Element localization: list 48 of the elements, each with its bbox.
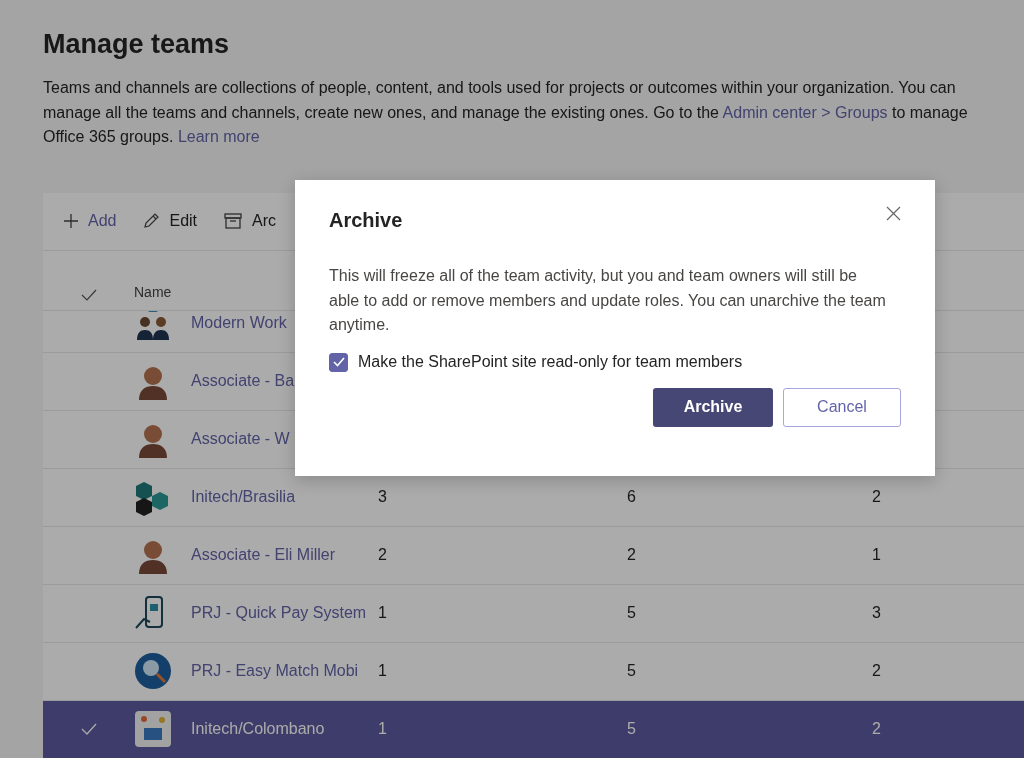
team-name-link[interactable]: Initech/Colombano xyxy=(191,720,378,738)
cancel-button[interactable]: Cancel xyxy=(783,387,901,427)
count-cell-text: 1 xyxy=(378,604,388,622)
team-row[interactable]: PRJ - Quick Pay System 1 5 3 xyxy=(43,584,1024,643)
count-cell-text: 2 xyxy=(378,546,388,564)
team-name-link[interactable]: Initech/Brasilia xyxy=(191,488,378,506)
count-cell: 3 xyxy=(872,604,881,622)
pencil-icon xyxy=(142,212,161,230)
column-header[interactable]: Name xyxy=(134,283,172,300)
dialog-title: Archive xyxy=(329,208,403,232)
checkbox[interactable] xyxy=(329,352,348,372)
count-cell-text: 5 xyxy=(627,604,637,622)
count-cell: 2 xyxy=(872,488,881,506)
plus-icon xyxy=(63,213,79,229)
people-avatar-icon xyxy=(134,310,172,342)
text-link[interactable]: Admin center > Groups xyxy=(722,103,888,121)
text-link[interactable]: Learn more xyxy=(177,128,260,145)
checkbox-label: Make the SharePoint site read-only for team members xyxy=(358,353,743,371)
count-cell-text: 2 xyxy=(627,546,637,564)
team-row[interactable]: PRJ - Easy Match Mobi 1 5 2 xyxy=(43,642,1024,701)
count-cell-text: 1 xyxy=(378,720,388,738)
archive-button[interactable]: Arc xyxy=(223,212,277,230)
description-text: Teams and channels are collections of people, content, and tools used for projects or outcomes within your organization. You can manage all the teams and channels, create new ones, and manage the existing ones. Go to the Admin center > Groups to manage Office 365 groups. Learn more xyxy=(43,78,969,147)
close-icon[interactable] xyxy=(886,206,901,221)
count-cell-text: 3 xyxy=(378,488,388,506)
count-cell-text: 6 xyxy=(627,488,637,506)
team-name-link[interactable]: PRJ - Easy Match Mobi xyxy=(191,662,378,680)
select-all-check-icon[interactable] xyxy=(80,288,97,301)
count-cell-text: 1 xyxy=(378,662,388,680)
count-cell: 2 xyxy=(872,720,881,738)
edit-button[interactable]: Edit xyxy=(142,212,198,230)
collage-icon xyxy=(134,710,172,748)
count-cell-text: 5 xyxy=(627,662,637,680)
check-icon xyxy=(80,723,97,735)
magnifier-icon xyxy=(134,652,172,690)
team-row[interactable]: Associate - Eli Miller 2 2 1 xyxy=(43,526,1024,585)
dialog-message: This will freeze all of the team activity, but you and team owners will still be able to add or remove members and update roles. You can unarchive the team anytime. xyxy=(329,266,887,335)
page-title: Manage teams xyxy=(42,28,231,60)
count-cell-text: 5 xyxy=(627,720,637,738)
count-cell: 1 xyxy=(872,546,881,564)
archive-box-icon xyxy=(223,212,244,230)
add-button[interactable]: Add xyxy=(63,212,117,230)
team-name-link[interactable]: PRJ - Quick Pay System xyxy=(191,604,378,622)
count-cell: 2 xyxy=(872,662,881,680)
team-row[interactable]: Initech/Colombano 1 5 2 xyxy=(43,700,1024,758)
team-name-link[interactable]: Associate - Eli Miller xyxy=(191,546,378,564)
check-icon xyxy=(332,357,345,367)
archive-button[interactable]: Archive xyxy=(653,387,773,427)
